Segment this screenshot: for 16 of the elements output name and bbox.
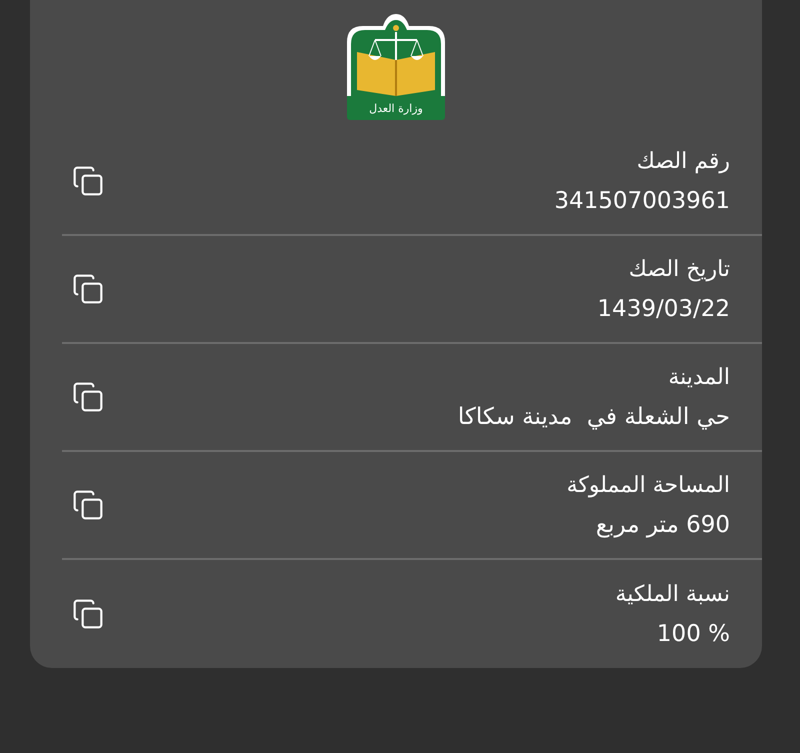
field-label: المساحة المملوكة [566,472,730,498]
field-value: 100 % [656,620,730,646]
copy-icon[interactable] [72,598,104,630]
copy-icon[interactable] [72,165,104,197]
field-value: حي الشعلة في مدينة سكاكا [458,404,730,430]
field-label: المدينة [668,364,730,390]
copy-icon[interactable] [72,273,104,305]
copy-icon[interactable] [72,381,104,413]
logo-text: وزارة العدل [347,96,445,120]
field-label: رقم الصك [636,148,730,174]
field-label: نسبة الملكية [615,582,730,606]
field-value: 341507003961 [554,188,730,214]
field-value: 1439/03/22 [597,296,730,322]
copy-icon[interactable] [72,489,104,521]
field-label: تاريخ الصك [628,256,730,282]
field-value: 690 متر مربع [596,512,730,538]
